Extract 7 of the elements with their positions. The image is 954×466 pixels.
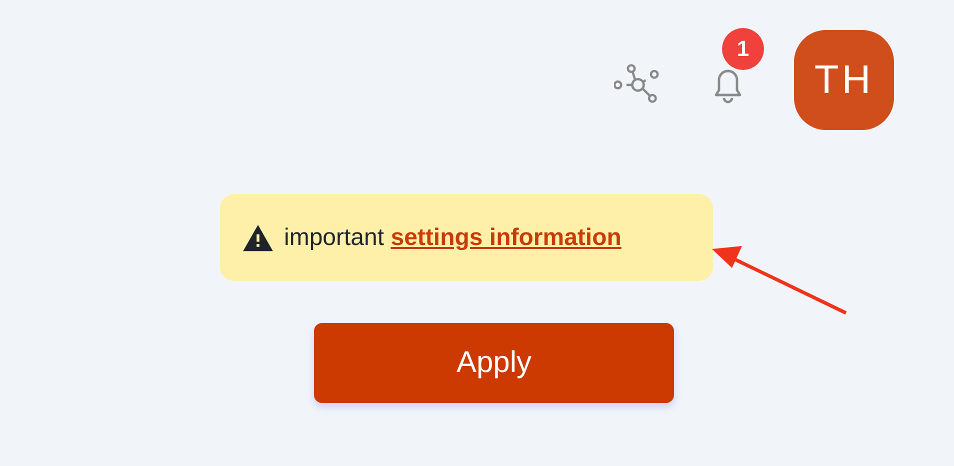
settings-link[interactable]: settings information	[390, 224, 622, 250]
notice-text: important settings information	[284, 224, 622, 252]
user-avatar[interactable]: TH	[794, 30, 894, 130]
warning-icon	[242, 224, 274, 252]
apply-button[interactable]: Apply	[314, 323, 674, 403]
notification-badge: 1	[722, 28, 764, 70]
network-icon[interactable]	[614, 63, 662, 103]
